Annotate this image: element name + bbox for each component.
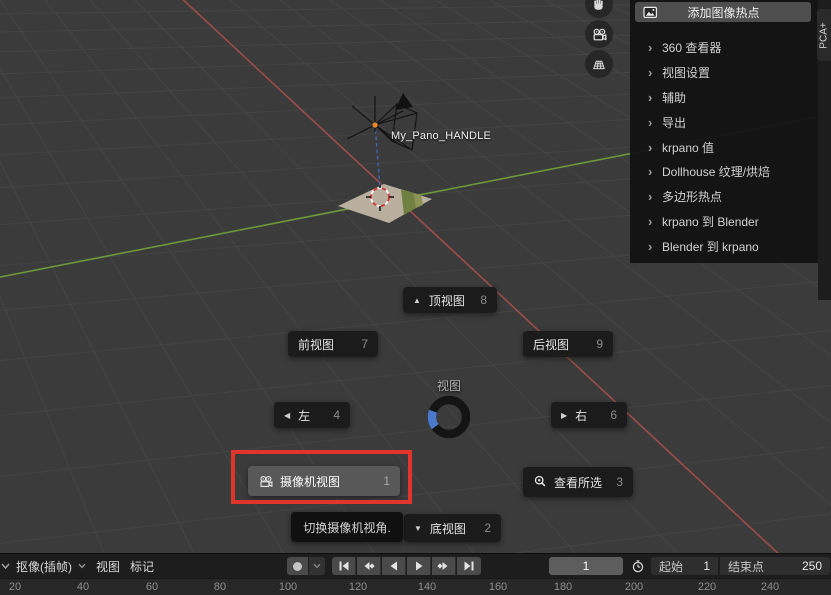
pie-right-view-button[interactable]: ▶ 右 6 bbox=[551, 402, 627, 428]
image-icon bbox=[643, 6, 658, 19]
panel-section-krpano-to-blender[interactable]: ›krpano 到 Blender bbox=[630, 209, 818, 233]
expand-chevron-icon: › bbox=[648, 65, 662, 80]
object-name-label: My_Pano_HANDLE bbox=[391, 130, 491, 142]
auto-keying-record-button[interactable] bbox=[287, 557, 308, 575]
play-reverse-icon bbox=[388, 560, 400, 572]
arrow-up-icon: ▲ bbox=[413, 296, 421, 305]
play-reverse-button[interactable] bbox=[382, 557, 406, 575]
add-image-hotspot-label: 添加图像热点 bbox=[658, 4, 789, 21]
frame-end-field[interactable]: 结束点 250 bbox=[720, 557, 830, 575]
ruler-tick: 240 bbox=[761, 581, 779, 593]
arrow-down-icon: ▼ bbox=[414, 524, 422, 533]
next-keyframe-button[interactable] bbox=[432, 557, 456, 575]
prev-keyframe-icon bbox=[362, 560, 375, 572]
timeline-header: 抠像(插帧) 视图 标记 bbox=[0, 554, 831, 578]
expand-chevron-icon: › bbox=[648, 214, 662, 229]
ruler-tick: 140 bbox=[418, 581, 436, 593]
zoom-selected-icon bbox=[533, 475, 547, 489]
ruler-tick: 220 bbox=[698, 581, 716, 593]
perspective-toggle-gizmo-button[interactable] bbox=[585, 50, 613, 78]
jump-start-icon bbox=[338, 560, 350, 572]
frame-start-field[interactable]: 起始 1 bbox=[651, 557, 719, 575]
play-icon bbox=[413, 560, 425, 572]
ruler-tick: 180 bbox=[554, 581, 572, 593]
expand-chevron-icon: › bbox=[648, 40, 662, 55]
jump-end-icon bbox=[463, 560, 475, 572]
ruler-tick: 20 bbox=[9, 581, 21, 593]
panel-section-polygon-hotspot[interactable]: ›多边形热点 bbox=[630, 184, 818, 208]
ruler-tick: 60 bbox=[146, 581, 158, 593]
pie-front-view-button[interactable]: 前视图 7 bbox=[288, 331, 378, 357]
ruler-tick: 100 bbox=[279, 581, 297, 593]
ruler-tick: 80 bbox=[214, 581, 226, 593]
use-preview-range-button[interactable] bbox=[628, 557, 648, 575]
expand-chevron-icon: › bbox=[648, 140, 662, 155]
expand-chevron-icon: › bbox=[648, 164, 662, 179]
next-keyframe-icon bbox=[437, 560, 450, 572]
add-image-hotspot-button[interactable]: 添加图像热点 bbox=[635, 2, 811, 22]
pie-bottom-view-button[interactable]: ▼ 底视图 2 bbox=[404, 514, 501, 542]
panel-section-360-viewer[interactable]: ›360 查看器 bbox=[630, 35, 818, 59]
panel-section-view-settings[interactable]: ›视图设置 bbox=[630, 60, 818, 84]
chevron-down-icon bbox=[312, 562, 322, 570]
grid-icon bbox=[591, 56, 607, 72]
chevron-down-icon bbox=[77, 562, 87, 570]
view-menu[interactable]: 视图 bbox=[92, 554, 124, 578]
pie-view-selected-button[interactable]: 查看所选 3 bbox=[523, 467, 633, 497]
expand-chevron-icon: › bbox=[648, 189, 662, 204]
marker-menu[interactable]: 标记 bbox=[126, 554, 158, 578]
panel-section-assist[interactable]: ›辅助 bbox=[630, 85, 818, 109]
sidebar-panel: 添加图像热点 ›360 查看器 ›视图设置 ›辅助 ›导出 ›krpano 值 … bbox=[630, 0, 818, 263]
hand-icon bbox=[591, 0, 607, 12]
camera-icon bbox=[591, 26, 607, 42]
editor-type-chevron-icon[interactable] bbox=[0, 554, 12, 578]
ruler-tick: 120 bbox=[349, 581, 367, 593]
current-frame-field[interactable]: 1 bbox=[549, 557, 623, 575]
blender-window: My_Pano_HANDLE PCA+ bbox=[0, 0, 831, 595]
camera-view-gizmo-button[interactable] bbox=[585, 20, 613, 48]
keying-menu[interactable]: 抠像(插帧) bbox=[12, 554, 91, 578]
pie-back-view-button[interactable]: 后视图 9 bbox=[523, 331, 613, 357]
keying-set-dropdown[interactable] bbox=[309, 557, 325, 575]
arrow-right-icon: ▶ bbox=[561, 411, 567, 420]
record-dot-icon bbox=[293, 562, 302, 571]
expand-chevron-icon: › bbox=[648, 239, 662, 254]
prev-keyframe-button[interactable] bbox=[357, 557, 381, 575]
ruler-tick: 200 bbox=[625, 581, 643, 593]
panel-section-export[interactable]: ›导出 bbox=[630, 110, 818, 134]
pie-direction-ring bbox=[427, 395, 471, 439]
panel-section-krpano-values[interactable]: ›krpano 值 bbox=[630, 135, 818, 159]
expand-chevron-icon: › bbox=[648, 115, 662, 130]
pie-left-view-button[interactable]: ◀ 左 4 bbox=[274, 402, 350, 428]
pie-camera-view-button[interactable]: 摄像机视图 1 bbox=[248, 466, 400, 496]
ruler-tick: 160 bbox=[489, 581, 507, 593]
sidebar-tab-label: PCA+ bbox=[819, 22, 830, 48]
play-button[interactable] bbox=[407, 557, 431, 575]
panel-section-dollhouse[interactable]: ›Dollhouse 纹理/烘焙 bbox=[630, 159, 818, 183]
timeline-editor: 抠像(插帧) 视图 标记 bbox=[0, 553, 831, 595]
jump-to-start-button[interactable] bbox=[332, 557, 356, 575]
expand-chevron-icon: › bbox=[648, 90, 662, 105]
arrow-left-icon: ◀ bbox=[284, 411, 290, 420]
pie-top-view-button[interactable]: ▲ 顶视图 8 bbox=[403, 287, 497, 313]
camera-view-tooltip: 切换摄像机视角. bbox=[291, 512, 403, 542]
pie-title: 视图 bbox=[424, 377, 474, 394]
ruler-tick: 40 bbox=[77, 581, 89, 593]
sidebar-tab-pca[interactable]: PCA+ bbox=[817, 9, 831, 61]
timeline-scrub-ruler[interactable]: 20 40 60 80 100 120 140 160 180 200 220 … bbox=[0, 578, 831, 595]
panel-section-blender-to-krpano[interactable]: ›Blender 到 krpano bbox=[630, 234, 818, 258]
stopwatch-icon bbox=[631, 559, 645, 573]
jump-to-end-button[interactable] bbox=[457, 557, 481, 575]
movie-camera-icon bbox=[258, 474, 273, 488]
